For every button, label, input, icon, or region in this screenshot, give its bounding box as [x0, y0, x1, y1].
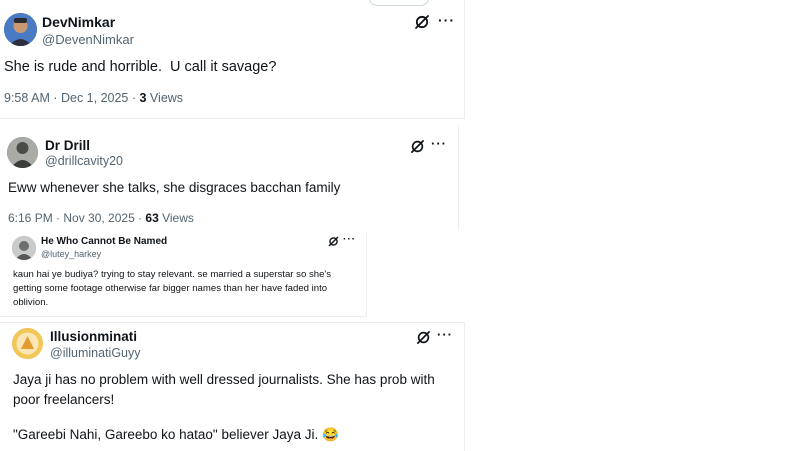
- tweet-text: Eww whenever she talks, she disgraces ba…: [8, 180, 341, 195]
- avatar[interactable]: [12, 328, 43, 359]
- author-name[interactable]: Dr Drill: [45, 138, 90, 153]
- author-name[interactable]: He Who Cannot Be Named: [41, 236, 167, 247]
- grok-icon[interactable]: [414, 328, 432, 346]
- more-options-icon[interactable]: ···: [431, 136, 447, 151]
- more-options-icon[interactable]: ···: [438, 12, 455, 28]
- author-handle[interactable]: @drillcavity20: [45, 154, 123, 168]
- tweet-meta[interactable]: 9:58 AM · Dec 1, 2025 · 3 Views: [4, 91, 183, 105]
- more-options-icon[interactable]: ···: [343, 234, 356, 245]
- views-count: 63: [145, 211, 159, 225]
- grok-icon[interactable]: [408, 137, 426, 155]
- avatar[interactable]: [4, 13, 37, 46]
- timestamp[interactable]: 9:58 AM · Dec 1, 2025 ·: [4, 91, 140, 105]
- author-handle[interactable]: @lutey_harkey: [41, 249, 101, 259]
- author-handle[interactable]: @illuminatiGuyy: [50, 346, 141, 360]
- tweet-card[interactable]: Dr Drill @drillcavity20 ··· Eww whenever…: [0, 126, 459, 230]
- grok-icon[interactable]: [413, 13, 431, 31]
- tweet-text: She is rude and horrible. U call it sava…: [4, 59, 277, 75]
- tweet-text-line-2: "Gareebi Nahi, Gareebo ko hatao" believe…: [13, 427, 339, 442]
- grok-icon[interactable]: [327, 235, 339, 247]
- tweet-card[interactable]: He Who Cannot Be Named @lutey_harkey ···…: [0, 232, 367, 317]
- tweet-card[interactable]: DevNimkar @DevenNimkar ··· She is rude a…: [0, 0, 465, 119]
- more-options-icon[interactable]: ···: [437, 327, 453, 342]
- avatar[interactable]: [12, 236, 36, 260]
- tweet-text: Jaya ji has no problem with well dressed…: [13, 372, 435, 407]
- tweet-text: kaun hai ye budiya? trying to stay relev…: [13, 269, 332, 308]
- views-label: Views: [146, 91, 184, 105]
- author-name[interactable]: DevNimkar: [42, 14, 115, 30]
- avatar[interactable]: [7, 137, 38, 168]
- tweet-card[interactable]: Illusionminati @illuminatiGuyy ··· Jaya …: [0, 322, 465, 451]
- tweet-meta[interactable]: 6:16 PM · Nov 30, 2025 · 63 Views: [8, 211, 194, 225]
- views-label: Views: [158, 211, 194, 225]
- timestamp[interactable]: 6:16 PM · Nov 30, 2025 ·: [8, 211, 145, 225]
- author-handle[interactable]: @DevenNimkar: [42, 32, 134, 47]
- follow-button-partial[interactable]: [368, 0, 430, 6]
- author-name[interactable]: Illusionminati: [50, 329, 137, 344]
